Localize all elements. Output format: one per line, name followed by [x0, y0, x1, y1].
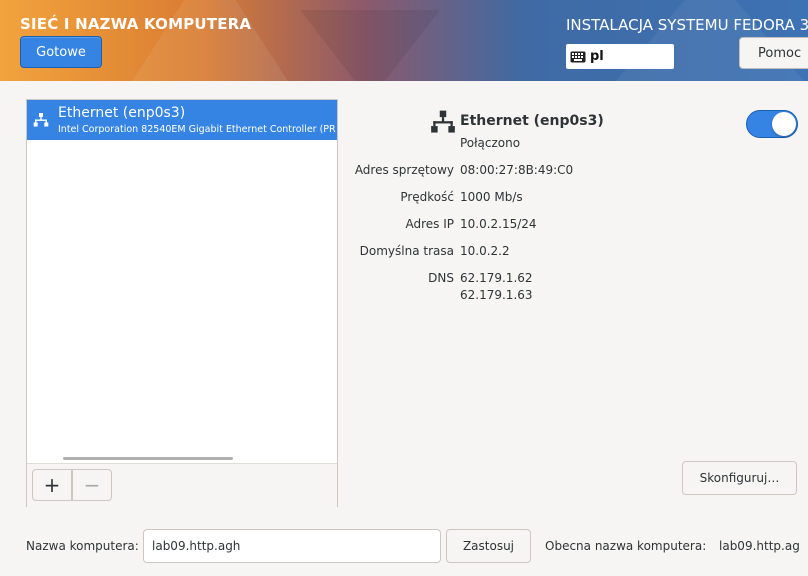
- default-route-label: Domyślna trasa: [359, 244, 454, 258]
- default-route-value: 10.0.2.2: [460, 244, 510, 258]
- help-button[interactable]: Pomoc: [739, 37, 808, 69]
- dns-value-primary: 62.179.1.62: [460, 271, 533, 285]
- device-detail-name: Ethernet (enp0s3): [460, 113, 604, 129]
- dns-label: DNS: [428, 271, 454, 285]
- hardware-address-value: 08:00:27:8B:49:C0: [460, 163, 574, 177]
- current-hostname-value: lab09.http.ag: [719, 539, 800, 553]
- keyboard-layout-label: pl: [590, 49, 604, 64]
- speed-label: Prędkość: [400, 190, 454, 204]
- device-list-panel: Ethernet (enp0s3) Intel Corporation 8254…: [26, 99, 338, 507]
- apply-hostname-button[interactable]: Zastosuj: [446, 529, 531, 563]
- remove-device-button[interactable]: −: [72, 469, 112, 501]
- done-button[interactable]: Gotowe: [20, 36, 102, 68]
- page-title: SIEĆ I NAZWA KOMPUTERA: [20, 15, 252, 33]
- device-name: Ethernet (enp0s3): [58, 105, 186, 121]
- device-list-item-ethernet[interactable]: Ethernet (enp0s3) Intel Corporation 8254…: [27, 100, 337, 140]
- header-decoration: [120, 0, 300, 81]
- ip-address-value: 10.0.2.15/24: [460, 217, 537, 231]
- network-wired-icon: [33, 113, 49, 127]
- header-bar: [0, 0, 808, 81]
- horizontal-scrollbar[interactable]: [63, 457, 233, 460]
- device-enable-toggle[interactable]: [746, 110, 798, 138]
- keyboard-icon: [570, 51, 586, 62]
- toggle-knob: [772, 112, 796, 136]
- installer-title: INSTALACJA SYSTEMU FEDORA 3: [566, 16, 808, 34]
- device-list-toolbar: + −: [27, 463, 337, 507]
- hostname-label: Nazwa komputera:: [26, 539, 139, 553]
- speed-value: 1000 Mb/s: [460, 190, 523, 204]
- add-device-button[interactable]: +: [32, 469, 72, 501]
- network-wired-icon: [431, 110, 455, 133]
- keyboard-layout-indicator[interactable]: pl: [566, 44, 674, 69]
- current-hostname-label: Obecna nazwa komputera:: [545, 539, 707, 553]
- device-description: Intel Corporation 82540EM Gigabit Ethern…: [58, 124, 336, 135]
- hardware-address-label: Adres sprzętowy: [354, 163, 454, 177]
- ip-address-label: Adres IP: [405, 217, 454, 231]
- device-connection-status: Połączono: [460, 136, 521, 150]
- configure-button[interactable]: Skonfiguruj…: [682, 461, 797, 495]
- hostname-input[interactable]: [143, 529, 441, 563]
- header-decoration: [300, 10, 440, 81]
- dns-value-secondary: 62.179.1.63: [460, 288, 533, 302]
